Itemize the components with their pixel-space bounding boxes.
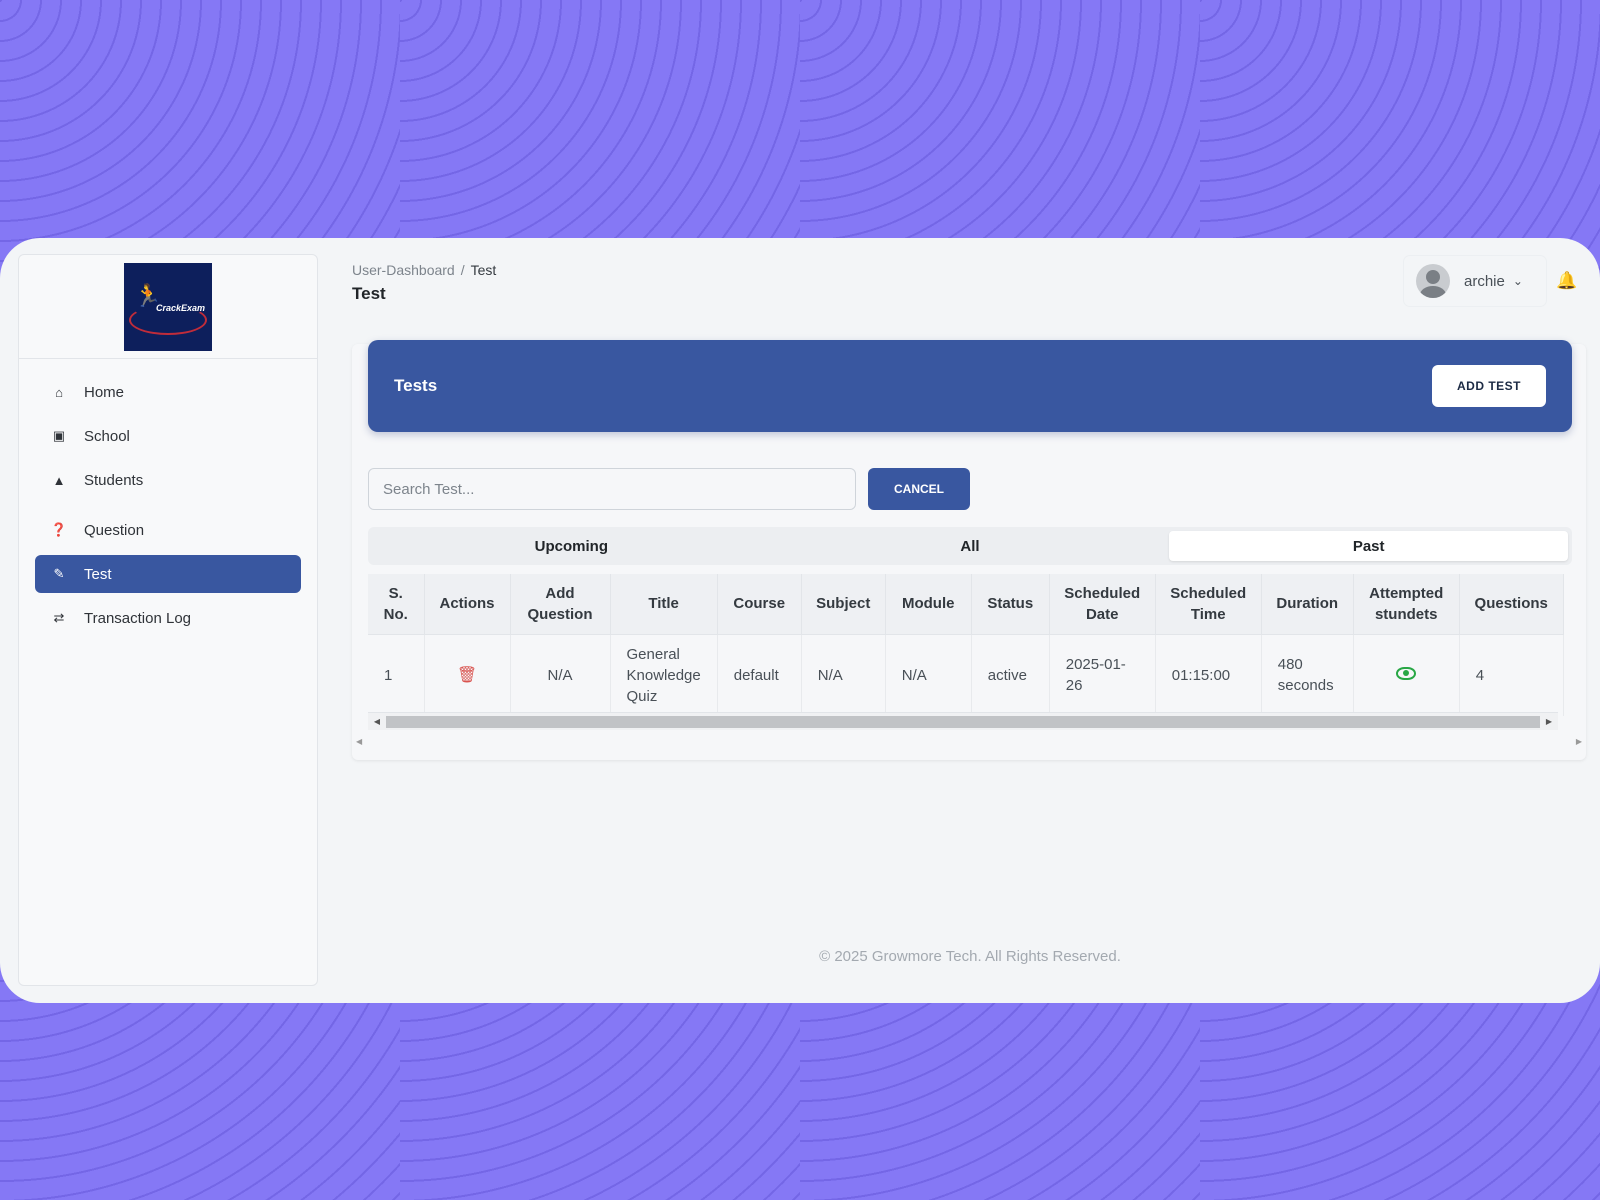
pencil-icon: ✎ [53,566,65,581]
scroll-right-arrow-icon[interactable]: ▶ [1540,717,1558,726]
breadcrumb: User-Dashboard / Test [352,262,496,278]
user-name: archie [1464,272,1505,290]
trash-icon[interactable]: 🗑 [457,667,477,684]
avatar [1416,264,1450,298]
sidebar-nav: ⌂ Home ▣ School ▲ Students ❓ Question ✎ … [19,359,317,637]
logo-area: 🏃 CrackExam [19,255,317,359]
scroll-right-arrow-icon[interactable]: ▶ [1576,737,1582,746]
card-title: Tests [394,376,438,395]
column-header-duration: Duration [1261,574,1354,634]
cell-attempted-students [1353,633,1460,716]
cell-add-question: N/A [510,633,611,716]
bell-icon[interactable]: 🔔 [1556,271,1577,291]
breadcrumb-separator: / [460,262,465,278]
cell-actions: 🗑 [424,633,511,716]
table-horizontal-scrollbar[interactable]: ◀ ▶ [368,712,1558,730]
search-input[interactable] [368,468,856,510]
chevron-down-icon: ⌄ [1512,274,1523,288]
sidebar-item-test[interactable]: ✎ Test [35,555,301,593]
scroll-left-arrow-icon[interactable]: ◀ [356,737,362,746]
sidebar-item-home[interactable]: ⌂ Home [35,373,301,411]
tab-all[interactable]: All [771,531,1170,561]
column-header-scheduled-date: Scheduled Date [1049,574,1156,634]
tab-past[interactable]: Past [1169,531,1569,561]
sidebar-item-students[interactable]: ▲ Students [35,461,301,499]
column-header-scheduled-time: Scheduled Time [1155,574,1262,634]
tab-upcoming[interactable]: Upcoming [372,531,771,561]
footer-copyright: © 2025 Growmore Tech. All Rights Reserve… [819,948,1121,965]
cell-questions: 4 [1459,633,1564,716]
question-circle-icon: ❓ [50,522,68,537]
cell-scheduled-date: 2025-01- 26 [1049,633,1156,716]
school-icon: ▣ [52,428,66,443]
cell-duration: 480 seconds [1261,633,1354,716]
tests-table: S. No. Actions Add Question Title Course S… [368,574,1564,716]
cell-subject: N/A [801,633,886,716]
cell-status: active [971,633,1050,716]
sidebar-item-school[interactable]: ▣ School [35,417,301,455]
graduation-cap-icon: ▲ [52,472,66,488]
column-header-status: Status [971,574,1050,634]
tests-card: Tests ADD TEST CANCEL Upcoming All Past … [352,340,1586,994]
sidebar-item-label: Home [84,383,125,401]
sidebar-item-question[interactable]: ❓ Question [35,511,301,549]
eye-icon[interactable] [1396,666,1417,680]
breadcrumb-link-dashboard[interactable]: User-Dashboard [352,262,455,278]
sidebar-item-label: School [84,427,130,445]
exchange-icon: ⇄ [53,610,65,625]
tests-table-container: S. No. Actions Add Question Title Course S… [368,574,1572,730]
column-header-attempted-students: Attempted stundets [1353,574,1460,634]
scrollbar-thumb[interactable] [386,715,1540,728]
cell-scheduled-time: 01:15:00 [1155,633,1262,716]
app-window: 🏃 CrackExam ⌂ Home ▣ School ▲ Students ❓… [0,238,1600,1003]
filter-tabs: Upcoming All Past [368,527,1572,565]
sidebar: 🏃 CrackExam ⌂ Home ▣ School ▲ Students ❓… [18,254,318,986]
column-header-sno: S. No. [368,574,425,634]
cell-sno: 1 [368,633,425,716]
sidebar-item-label: Transaction Log [84,609,192,627]
cell-title: General Knowledge Quiz [610,633,718,716]
sidebar-item-label: Students [84,471,144,489]
scroll-left-arrow-icon[interactable]: ◀ [368,717,386,726]
column-header-course: Course [717,574,802,634]
add-test-button[interactable]: ADD TEST [1432,365,1546,407]
sidebar-item-label: Question [84,521,145,539]
column-header-subject: Subject [801,574,886,634]
sidebar-item-transaction-log[interactable]: ⇄ Transaction Log [35,599,301,637]
cell-course: default [717,633,802,716]
user-menu[interactable]: archie ⌄ [1404,256,1546,306]
crackexam-logo[interactable]: 🏃 CrackExam [124,262,212,351]
column-header-actions: Actions [424,574,511,634]
breadcrumb-current: Test [470,262,497,278]
home-icon: ⌂ [55,384,63,400]
column-header-questions: Questions [1459,574,1564,634]
page-title: Test [352,284,386,303]
cell-module: N/A [885,633,972,716]
table-row: 1 🗑 N/A General Knowledge Quiz default N/A… [368,633,1564,716]
column-header-add-question: Add Question [510,574,611,634]
column-header-title: Title [610,574,718,634]
card-header: Tests ADD TEST [368,340,1572,432]
table-header-row: S. No. Actions Add Question Title Course S… [368,574,1564,634]
column-header-module: Module [885,574,972,634]
card-horizontal-scrollbar[interactable]: ◀ ▶ [352,734,1586,748]
cancel-button[interactable]: CANCEL [868,468,970,510]
sidebar-item-label: Test [84,565,112,583]
